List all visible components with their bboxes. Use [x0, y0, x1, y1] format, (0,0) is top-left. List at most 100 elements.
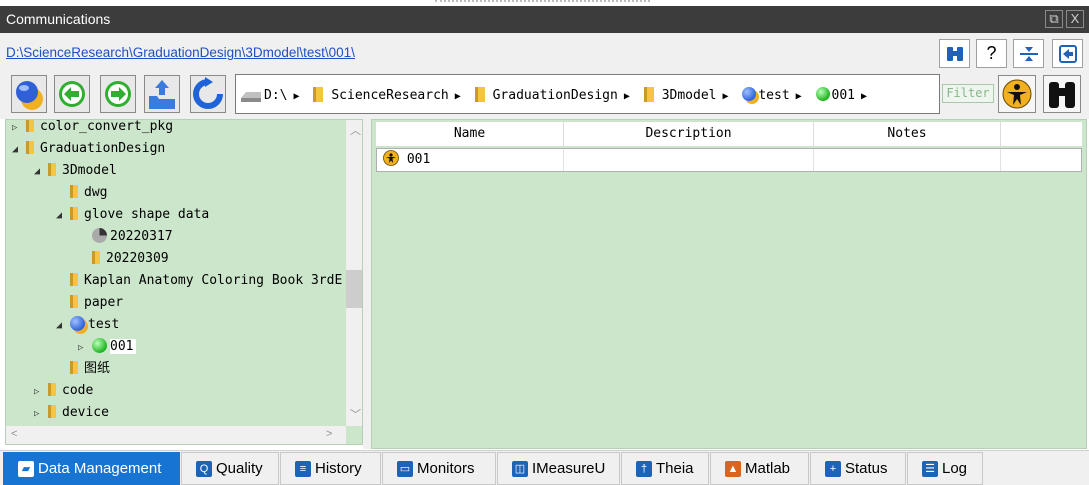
tab-quality[interactable]: Q Quality: [181, 452, 279, 485]
export-icon: [1058, 45, 1077, 63]
tree-item-label: 图纸: [84, 361, 111, 376]
tree-item[interactable]: ▷ code: [34, 380, 93, 402]
tab-theia[interactable]: † Theia: [621, 452, 709, 485]
title-bar: Communications ⧉ X: [0, 6, 1089, 33]
matlab-icon: ▲: [725, 461, 741, 477]
tab-matlab[interactable]: ▲ Matlab: [710, 452, 809, 485]
layout-button[interactable]: [1013, 39, 1044, 68]
tab-imeasureu[interactable]: ◫ IMeasureU: [497, 452, 620, 485]
forward-button[interactable]: [100, 75, 136, 113]
breadcrumb-item-001[interactable]: 001 ▶: [815, 87, 867, 103]
navigation-toolbar: D:\ ▶ ScienceResearch ▶ GraduationDesign ▶ …: [0, 72, 1089, 119]
bottom-tab-bar: ▰ Data Management Q Quality ≡ History ▭ Moni…: [0, 450, 1089, 485]
collapse-arrows-icon: [1019, 47, 1038, 61]
folder-icon: [474, 87, 485, 102]
tab-monitors[interactable]: ▭ Monitors: [382, 452, 496, 485]
breadcrumb-item-graduationdesign[interactable]: GraduationDesign ▶: [474, 87, 630, 103]
export-button[interactable]: [1052, 39, 1083, 68]
breadcrumb-arrow-icon[interactable]: ▶: [796, 91, 802, 102]
scroll-right-icon[interactable]: >: [326, 428, 332, 440]
drive-icon: [241, 92, 261, 102]
tree-item-label: 001: [110, 339, 137, 354]
tab-status[interactable]: + Status: [810, 452, 906, 485]
tree-item[interactable]: dwg: [56, 182, 107, 204]
plus-icon: +: [825, 461, 841, 477]
green-session-icon: [92, 338, 107, 353]
tree-item[interactable]: ▷ 001: [78, 336, 137, 359]
column-header-description[interactable]: Description: [564, 122, 814, 146]
table-row[interactable]: 001: [376, 148, 1082, 172]
collapsed-arrow-icon[interactable]: ▷: [12, 120, 26, 139]
expanded-arrow-icon[interactable]: ◢: [12, 139, 26, 161]
cell-name: 001: [377, 149, 564, 171]
breadcrumb-arrow-icon[interactable]: ▶: [293, 91, 299, 102]
row-name: 001: [406, 152, 431, 167]
breadcrumb-arrow-icon[interactable]: ▶: [723, 91, 729, 102]
vitruvian-person-icon: [1002, 79, 1032, 109]
filter-button[interactable]: Filter: [942, 84, 994, 103]
expanded-arrow-icon[interactable]: ◢: [34, 161, 48, 183]
tree-item-label: dwg: [84, 185, 108, 200]
upload-button[interactable]: [144, 75, 180, 113]
breadcrumb-arrow-icon[interactable]: ▶: [455, 91, 461, 102]
collapsed-arrow-icon[interactable]: ▷: [34, 403, 48, 425]
scroll-left-icon[interactable]: <: [11, 428, 17, 440]
restore-button[interactable]: ⧉: [1045, 10, 1063, 28]
tree-item[interactable]: 20220317: [78, 226, 173, 248]
current-path-link[interactable]: D:\ScienceResearch\GraduationDesign\3Dmo…: [6, 45, 355, 60]
scroll-down-icon[interactable]: ﹀: [350, 406, 361, 422]
sensor-icon: ◫: [512, 461, 528, 477]
blue-subject-icon: [742, 87, 757, 101]
breadcrumb-item-drive[interactable]: D:\ ▶: [264, 88, 300, 103]
tree-item[interactable]: ▷ device: [34, 402, 109, 424]
tree-horizontal-scrollbar[interactable]: < >: [6, 426, 346, 444]
tree-item[interactable]: ▷ color_convert_pkg: [12, 120, 173, 139]
collapsed-arrow-icon[interactable]: ▷: [78, 337, 92, 359]
expanded-arrow-icon[interactable]: ◢: [56, 315, 70, 337]
find-button[interactable]: [939, 39, 970, 68]
tree-item[interactable]: ◢ 3Dmodel: [34, 160, 117, 182]
back-button[interactable]: [54, 75, 90, 113]
tree-item[interactable]: paper: [56, 292, 123, 314]
folder-icon: [313, 87, 324, 102]
expanded-arrow-icon[interactable]: ◢: [56, 205, 70, 227]
panel-splitter[interactable]: [363, 119, 371, 449]
window-title: Communications: [6, 11, 111, 27]
tab-history[interactable]: ≡ History: [280, 452, 381, 485]
close-button[interactable]: X: [1066, 10, 1084, 28]
scroll-up-icon[interactable]: ︿: [350, 122, 361, 138]
collapsed-arrow-icon[interactable]: ▷: [34, 381, 48, 403]
breadcrumb-arrow-icon[interactable]: ▶: [624, 91, 630, 102]
tree-item-label: 3Dmodel: [62, 163, 117, 178]
refresh-button[interactable]: [190, 75, 226, 113]
tree-item[interactable]: ◢ GraduationDesign: [12, 138, 165, 160]
tree-item[interactable]: 图纸: [56, 358, 110, 380]
breadcrumb-item-test[interactable]: test ▶: [742, 87, 802, 103]
tree-item-label: GraduationDesign: [40, 141, 166, 156]
person-filter-button[interactable]: [998, 75, 1036, 113]
folder-icon: [92, 251, 100, 264]
tree-item[interactable]: Kaplan Anatomy Coloring Book 3rdE: [56, 270, 342, 292]
breadcrumb-item-3dmodel[interactable]: 3Dmodel ▶: [643, 87, 729, 103]
home-button[interactable]: [11, 75, 47, 113]
tree-item[interactable]: ◢ test: [56, 314, 119, 336]
breadcrumb-item-scienceresearch[interactable]: ScienceResearch ▶: [313, 87, 461, 103]
window-grip[interactable]: [435, 0, 650, 4]
folder-icon: [643, 87, 654, 102]
tree-item-label: 20220317: [110, 229, 173, 244]
breadcrumb-arrow-icon[interactable]: ▶: [861, 91, 867, 102]
tree-vertical-scrollbar[interactable]: ︿ ﹀: [346, 120, 362, 426]
column-header-name[interactable]: Name: [376, 122, 564, 146]
column-header-notes[interactable]: Notes: [814, 122, 1001, 146]
tree-item[interactable]: ◢ glove shape data: [56, 204, 209, 226]
folder-tree[interactable]: ▷ color_convert_pkg ◢ GraduationDesign ◢ 3Dmo…: [6, 120, 344, 426]
search-button[interactable]: [1043, 75, 1081, 113]
help-button[interactable]: ?: [976, 39, 1007, 68]
tab-log[interactable]: ☰ Log: [907, 452, 983, 485]
tab-data-management[interactable]: ▰ Data Management: [3, 452, 180, 485]
scrollbar-thumb[interactable]: [346, 270, 362, 308]
tree-item[interactable]: 20220309: [78, 248, 169, 270]
tree-item-label: paper: [84, 295, 124, 310]
monitor-icon: ▭: [397, 461, 413, 477]
q-icon: Q: [196, 461, 212, 477]
